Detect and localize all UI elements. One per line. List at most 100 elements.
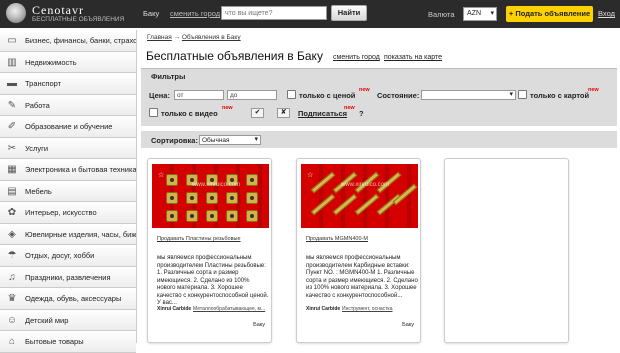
sort-label: Сортировка: [151, 136, 198, 145]
sidebar-category-label: Услуги [25, 143, 49, 153]
listing-title[interactable]: Продавать MGMN400-M [306, 236, 368, 242]
state-label: Состояние: [377, 91, 420, 100]
sidebar-category-label: Праздники, развлечения [25, 272, 111, 282]
sidebar-category-item[interactable]: ✂ Услуги [0, 137, 136, 159]
top-bar: Cenotavr БЕСПЛАТНЫЕ ОБЪЯВЛЕНИЯ Баку смен… [0, 0, 620, 28]
art-icon: ✿ [7, 207, 17, 218]
logo-subtitle: БЕСПЛАТНЫЕ ОБЪЯВЛЕНИЯ [32, 16, 125, 23]
sidebar-category-item[interactable]: ✐ Образование и обучение [0, 116, 136, 138]
login-link[interactable]: Вход [598, 9, 615, 18]
state-select[interactable] [421, 90, 516, 100]
sort-bar: Сортировка: Обычная [141, 131, 617, 148]
with-video-new-badge: new [222, 105, 233, 111]
breadcrumb-arrow-icon: → [173, 34, 181, 41]
with-price-checkbox[interactable] [287, 90, 296, 99]
sidebar-category-item[interactable]: ⌂ Бытовые товары [0, 331, 136, 353]
sidebar-category-item[interactable]: ▦ Электроника и бытовая техника [0, 159, 136, 181]
photo-watermark: www.xinruico.com [192, 182, 241, 188]
sidebar-category-item[interactable]: ▥ Недвижимость [0, 51, 136, 73]
with-video-label: только с видео [161, 109, 218, 118]
sidebar-category-item[interactable]: ◈ Ювелирные изделия, часы, бижутерия [0, 223, 136, 245]
clothing-icon: ♛ [7, 293, 17, 304]
sidebar-category-label: Образование и обучение [25, 122, 113, 131]
sidebar-category-label: Транспорт [25, 79, 62, 88]
furniture-icon: ▤ [7, 185, 17, 197]
sidebar-category-item[interactable]: ▤ Мебель [0, 180, 136, 202]
with-map-checkbox[interactable] [518, 90, 527, 99]
logo-emblem-icon [6, 3, 26, 23]
site-logo[interactable]: Cenotavr БЕСПЛАТНЫЕ ОБЪЯВЛЕНИЯ [6, 2, 136, 26]
favorite-icon[interactable]: ☆ [158, 171, 164, 179]
price-to-input[interactable]: до [227, 90, 277, 100]
search-button[interactable]: Найти [331, 5, 367, 21]
sidebar-category-label: Работа [25, 100, 50, 110]
listing-city: Баку [402, 322, 414, 328]
sidebar-category-label: Недвижимость [25, 57, 77, 67]
currency-label: Валюта [428, 10, 455, 19]
listing-seller: Xinrui Carbide [306, 306, 341, 312]
sidebar-category-label: Мебель [25, 186, 52, 196]
listing-title[interactable]: Продавать Пластины резьбовые [157, 236, 241, 242]
search-input[interactable] [221, 6, 327, 20]
apply-filters-button[interactable]: ✔ [251, 108, 264, 118]
current-city: Баку [143, 9, 160, 18]
sort-select[interactable]: Обычная [199, 135, 261, 145]
with-video-checkbox[interactable] [149, 108, 158, 117]
with-map-label: только с картой [530, 91, 590, 100]
listing-description: мы являемся профессиональным производите… [157, 255, 269, 306]
sidebar-category-item[interactable]: ♫ Праздники, развлечения [0, 266, 136, 288]
category-sidebar: ▭ Бизнес, финансы, банки, страхование ▥ Нед… [0, 30, 137, 353]
briefcase-icon: ▭ [7, 35, 17, 46]
sidebar-category-item[interactable]: ✿ Интерьер, искусство [0, 202, 136, 224]
sidebar-category-label: Бытовые товары [25, 337, 84, 346]
empty-listing-card [444, 158, 569, 343]
post-ad-button[interactable]: + Подать объявление [506, 6, 593, 22]
education-icon: ✐ [7, 121, 17, 132]
filters-panel: Фильтры Цена: от до только с ценой new С… [141, 68, 617, 126]
party-icon: ♫ [8, 271, 16, 283]
listing-card[interactable]: www.xinruico.com ☆ Продавать MGMN400-M м… [296, 158, 421, 343]
show-map-link[interactable]: показать на карте [384, 54, 442, 61]
filters-title: Фильтры [151, 72, 186, 81]
sidebar-category-item[interactable]: ☺ Детский мир [0, 309, 136, 331]
favorite-icon[interactable]: ☆ [307, 171, 313, 179]
listing-photo[interactable]: www.xinruico.com ☆ [301, 164, 418, 228]
leisure-icon: ☂ [7, 250, 17, 261]
sidebar-category-item[interactable]: ✎ Работа [0, 94, 136, 116]
listing-city: Баку [253, 322, 265, 328]
price-label: Цена: [149, 91, 170, 100]
car-icon: ▬ [7, 78, 17, 89]
price-from-input[interactable]: от [174, 90, 224, 100]
clear-filters-button[interactable]: ✘ [277, 108, 290, 118]
listing-card[interactable]: www.xinruico.com ☆ Продавать Пластины ре… [147, 158, 272, 343]
household-icon: ⌂ [8, 336, 16, 347]
listing-photo[interactable]: www.xinruico.com ☆ [152, 164, 269, 228]
sidebar-category-item[interactable]: ☂ Отдых, досуг, хобби [0, 245, 136, 267]
breadcrumb-home[interactable]: Главная [147, 34, 172, 41]
sidebar-category-item[interactable]: ▭ Бизнес, финансы, банки, страхование [0, 30, 136, 52]
sidebar-category-label: Одежда, обувь, аксессуары [25, 294, 122, 303]
subscribe-new-badge: new [344, 105, 355, 111]
sidebar-category-label: Ювелирные изделия, часы, бижутерия [25, 229, 136, 239]
with-price-new-badge: new [359, 87, 370, 93]
jewelry-icon: ◈ [8, 228, 16, 240]
services-icon: ✂ [7, 142, 17, 154]
listing-seller: Xinrui Carbide [157, 306, 192, 312]
subscribe-link[interactable]: Подписаться [298, 109, 347, 118]
electronics-icon: ▦ [7, 164, 17, 175]
breadcrumb-current[interactable]: Объявления в Баку [182, 34, 241, 41]
work-icon: ✎ [7, 99, 17, 111]
change-city-link[interactable]: сменить город [170, 9, 220, 18]
listing-category[interactable]: Инструмент, оснастка [342, 306, 393, 312]
building-icon: ▥ [7, 56, 17, 68]
sidebar-category-label: Электроника и бытовая техника [25, 165, 136, 174]
sidebar-category-item[interactable]: ♛ Одежда, обувь, аксессуары [0, 288, 136, 310]
change-city-link-main[interactable]: сменить город [333, 54, 380, 61]
listing-category[interactable]: Металлообрабатывающее, м... [193, 306, 265, 312]
breadcrumb: Главная → Объявления в Баку [147, 34, 241, 41]
help-link[interactable]: ? [359, 109, 364, 118]
sidebar-category-label: Бизнес, финансы, банки, страхование [25, 36, 136, 45]
currency-select[interactable]: AZN [463, 7, 497, 21]
sidebar-category-label: Отдых, досуг, хобби [25, 251, 95, 260]
sidebar-category-item[interactable]: ▬ Транспорт [0, 73, 136, 95]
